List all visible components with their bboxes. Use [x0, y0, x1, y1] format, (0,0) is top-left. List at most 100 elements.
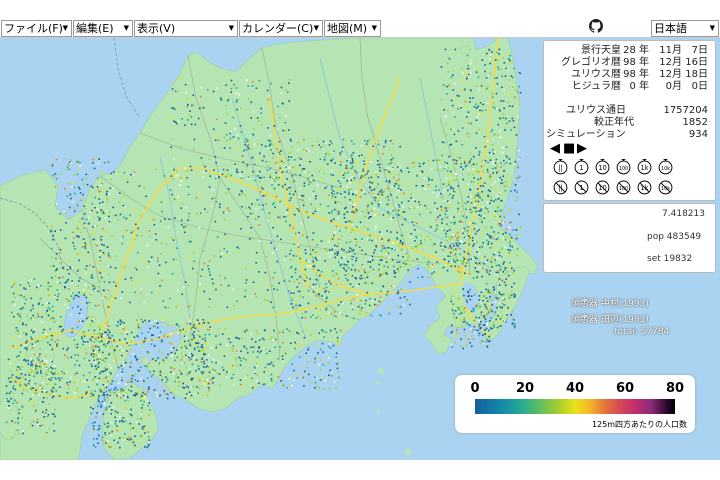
reverse-speed-button[interactable]: 10	[594, 178, 611, 195]
forward-speed-button[interactable]: ||	[552, 158, 569, 175]
population-dot	[390, 194, 392, 196]
population-dot	[85, 173, 88, 176]
population-dot	[325, 283, 327, 285]
forward-speed-button[interactable]: 10	[594, 158, 611, 175]
reverse-speed-button[interactable]: 1	[573, 178, 590, 195]
population-dot	[134, 266, 137, 269]
github-icon[interactable]	[589, 19, 603, 33]
population-dot	[478, 128, 480, 131]
population-dot	[470, 158, 473, 160]
reverse-speed-button[interactable]: 100	[615, 178, 632, 195]
population-dot	[340, 261, 342, 263]
population-dot	[245, 197, 248, 200]
population-dot	[107, 161, 110, 163]
population-dot	[104, 432, 106, 434]
population-dot	[490, 130, 493, 133]
population-dot	[499, 265, 502, 268]
menu-calendar[interactable]: カレンダー(C) ▼	[239, 20, 323, 37]
population-dot	[101, 322, 103, 324]
population-dot	[460, 260, 463, 263]
population-dot	[135, 223, 137, 226]
population-dot	[91, 274, 93, 277]
population-dot	[486, 233, 489, 236]
population-dot	[107, 373, 109, 375]
step-back-button[interactable]: ◀	[550, 142, 560, 155]
population-dot	[477, 188, 479, 190]
population-dot	[349, 190, 352, 193]
menu-map[interactable]: 地図(M) ▼	[324, 20, 381, 37]
stop-button[interactable]: ■	[563, 142, 575, 155]
population-dot	[404, 281, 407, 283]
population-dot	[124, 420, 126, 423]
population-dot	[272, 364, 275, 367]
population-dot	[264, 366, 267, 369]
population-dot	[460, 162, 462, 165]
menu-edit[interactable]: 編集(E) ▼	[73, 20, 133, 37]
population-dot	[113, 388, 116, 391]
population-dot	[235, 170, 238, 173]
step-forward-button[interactable]: ▶	[577, 142, 587, 155]
reverse-speed-button[interactable]: ||	[552, 178, 569, 195]
menu-view[interactable]: 表示(V) ▼	[134, 20, 238, 37]
population-dot	[413, 161, 416, 164]
population-dot	[453, 133, 456, 136]
forward-speed-button[interactable]: 1k	[636, 158, 653, 175]
population-dot	[226, 376, 228, 379]
population-dot	[368, 191, 370, 194]
reverse-speed-button[interactable]: 1k	[636, 178, 653, 195]
population-dot	[260, 123, 263, 126]
population-dot	[401, 215, 404, 218]
population-dot	[322, 145, 325, 147]
population-dot	[444, 213, 447, 216]
population-dot	[105, 384, 108, 387]
population-dot	[66, 195, 69, 197]
language-select[interactable]: 日本語 ▼	[651, 20, 719, 37]
population-dot	[73, 174, 76, 176]
population-dot	[510, 236, 513, 239]
population-dot	[377, 183, 379, 185]
population-dot	[516, 254, 519, 257]
population-dot	[63, 371, 66, 373]
population-dot	[30, 279, 32, 281]
population-dot	[198, 173, 200, 175]
population-dot	[491, 266, 493, 268]
population-dot	[225, 133, 228, 136]
population-dot	[253, 143, 256, 146]
population-dot	[350, 302, 352, 305]
population-dot	[236, 300, 238, 303]
population-dot	[485, 76, 488, 79]
population-dot	[191, 363, 194, 366]
population-dot	[313, 147, 315, 149]
population-dot	[252, 156, 254, 158]
population-dot	[101, 333, 104, 335]
population-dot	[41, 400, 44, 403]
population-dot	[499, 319, 501, 322]
population-dot	[52, 393, 55, 395]
population-dot	[68, 168, 71, 170]
population-dot	[504, 119, 506, 122]
population-dot	[7, 432, 9, 434]
reverse-speed-button[interactable]: 10k	[657, 178, 674, 195]
population-dot	[48, 294, 50, 296]
population-dot	[135, 343, 137, 346]
forward-speed-button[interactable]: 10k	[657, 158, 674, 175]
population-dot	[317, 269, 319, 272]
population-dot	[116, 374, 119, 377]
population-dot	[505, 228, 508, 230]
population-dot	[54, 388, 57, 391]
population-dot	[90, 390, 93, 393]
population-dot	[91, 356, 94, 359]
population-dot	[443, 267, 446, 269]
menu-file[interactable]: ファイル(F) ▼	[1, 20, 72, 37]
population-dot	[200, 320, 203, 323]
forward-speed-button[interactable]: 100	[615, 158, 632, 175]
population-dot	[162, 300, 165, 302]
population-dot	[273, 247, 276, 250]
population-dot	[201, 344, 203, 346]
population-dot	[130, 331, 133, 334]
population-dot	[467, 259, 470, 261]
forward-speed-button[interactable]: 1	[573, 158, 590, 175]
population-dot	[400, 234, 403, 237]
population-dot	[396, 238, 399, 241]
population-dot	[106, 190, 108, 193]
